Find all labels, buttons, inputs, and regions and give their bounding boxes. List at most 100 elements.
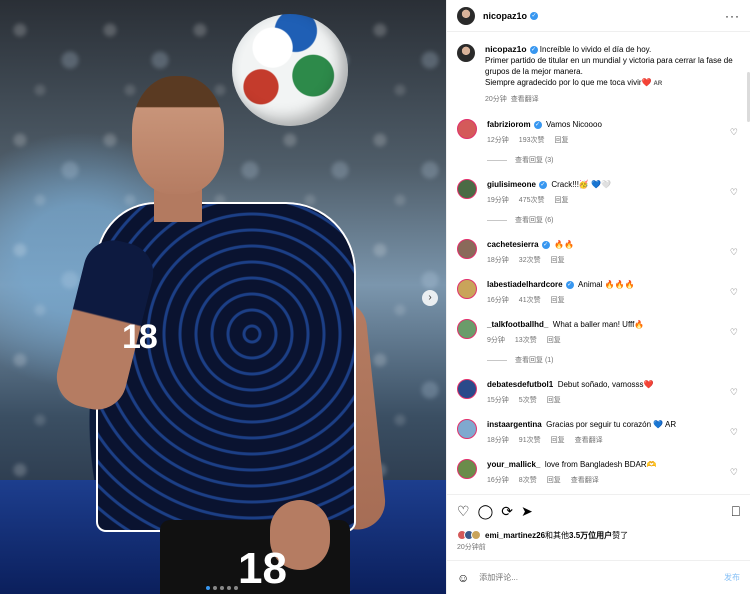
post-time: 20分钟前 (457, 544, 486, 551)
comment-time: 15分钟 (487, 397, 509, 404)
carousel-dot[interactable] (220, 586, 224, 590)
verified-icon: ✓ (533, 120, 542, 129)
comment-like-icon[interactable]: ♡ (730, 247, 738, 258)
comment-likes[interactable]: 41次赞 (519, 295, 541, 305)
post-caption: nicopaz1o ✓ Increíble lo vivido el día de… (457, 44, 740, 105)
comment-time: 16分钟 (487, 297, 509, 304)
reply-link[interactable]: 回复 (551, 255, 565, 265)
comment-like-icon[interactable]: ♡ (730, 387, 738, 398)
comment-username[interactable]: fabriziorom (487, 120, 531, 129)
reply-link[interactable]: 回复 (547, 335, 561, 345)
carousel-dot[interactable] (227, 586, 231, 590)
comment-likes[interactable]: 91次赞 (519, 435, 541, 445)
caption-text-2: Primer partido de titular en un mundial … (485, 56, 733, 76)
reply-link[interactable]: 回复 (551, 295, 565, 305)
header-username[interactable]: nicopaz1o (483, 11, 527, 21)
comment-username[interactable]: debatesdefutbol1 (487, 380, 553, 389)
comment-likes[interactable]: 32次赞 (519, 255, 541, 265)
reply-link[interactable]: 回复 (547, 475, 561, 485)
avatar[interactable] (457, 44, 475, 62)
view-replies[interactable]: 查看回复 (3) (487, 155, 740, 165)
avatar[interactable] (457, 319, 477, 339)
comment-time: 19分钟 (487, 197, 509, 204)
save-icon[interactable]: ⎕ (732, 503, 740, 520)
flag-tag: AR (653, 81, 663, 87)
view-replies[interactable]: 查看回复 (1) (487, 355, 740, 365)
comment-username[interactable]: cachetesierra (487, 240, 539, 249)
avatar[interactable] (457, 459, 477, 479)
comment-like-icon[interactable]: ♡ (730, 467, 738, 478)
likes-summary: emi_martinez26和其他3.5万位用户赞了 (447, 528, 750, 542)
share-icon[interactable]: ⟳ (501, 503, 513, 520)
comment-like-icon[interactable]: ♡ (730, 187, 738, 198)
next-arrow-icon[interactable]: › (422, 290, 438, 306)
view-replies-label[interactable]: 查看回复 (6) (515, 215, 554, 225)
comment-item: labestiadelhardcore ✓ Animal 🔥🔥🔥 16分钟 41次… (457, 279, 740, 305)
verified-icon: ✓ (541, 240, 550, 249)
comment-item: cachetesierra ✓ 🔥🔥 18分钟 32次赞 回复 ♡ (457, 239, 740, 265)
comment-like-icon[interactable]: ♡ (730, 287, 738, 298)
carousel-dot[interactable] (206, 586, 210, 590)
view-replies-label[interactable]: 查看回复 (1) (515, 355, 554, 365)
like-icon[interactable]: ♡ (457, 503, 470, 520)
shorts-number: 18 (238, 544, 287, 593)
comment-likes[interactable]: 193次赞 (519, 135, 545, 145)
comment-icon[interactable]: ◯ (478, 503, 494, 520)
comment-item: instaargentina Gracias por seguir tu cor… (457, 419, 740, 445)
comment-like-icon[interactable]: ♡ (730, 327, 738, 338)
view-replies-label[interactable]: 查看回复 (3) (515, 155, 554, 165)
avatar[interactable] (457, 379, 477, 399)
reply-link[interactable]: 回复 (547, 395, 561, 405)
avatar[interactable] (457, 6, 475, 25)
carousel-dot[interactable] (234, 586, 238, 590)
reply-link[interactable]: 回复 (554, 195, 568, 205)
player-image: 18 18 (50, 70, 390, 594)
avatar[interactable] (457, 419, 477, 439)
comment-time: 18分钟 (487, 257, 509, 264)
carousel-dot[interactable] (213, 586, 217, 590)
comments-list[interactable]: nicopaz1o ✓ Increíble lo vivido el día de… (447, 32, 750, 494)
avatar[interactable] (457, 179, 477, 199)
see-translation-link[interactable]: 查看翻译 (511, 96, 539, 103)
likes-count[interactable]: 3.5万位用户 (569, 531, 612, 540)
emoji-icon[interactable]: ☺ (457, 571, 469, 585)
reply-link[interactable]: 回复 (554, 135, 568, 145)
comment-likes[interactable]: 5次赞 (519, 395, 537, 405)
reply-link[interactable]: 回复 (551, 435, 565, 445)
comment-username[interactable]: instaargentina (487, 420, 542, 429)
caption-username[interactable]: nicopaz1o (485, 44, 527, 54)
comment-time: 16分钟 (487, 477, 509, 484)
comment-username[interactable]: _talkfootballhd_ (487, 320, 548, 329)
caption-text-3: Siempre agradecido por lo que me toca vi… (485, 78, 642, 87)
divider (487, 359, 507, 361)
comment-text: love from Bangladesh BDAR🫶 (544, 460, 657, 469)
liker-avatar[interactable] (471, 530, 481, 540)
post-button[interactable]: 发布 (724, 572, 740, 583)
post-viewer: 18 18 › nicopaz1o ✓ ··· nicopaz1o ✓ Incr… (0, 0, 750, 594)
comment-likes[interactable]: 13次赞 (515, 335, 537, 345)
post-media[interactable]: 18 18 › (0, 0, 446, 594)
see-translation-link[interactable]: 查看翻译 (571, 475, 599, 485)
comment-username[interactable]: your_mallick_ (487, 460, 540, 469)
comment-like-icon[interactable]: ♡ (730, 127, 738, 138)
comment-likes[interactable]: 475次赞 (519, 195, 545, 205)
comment-input[interactable]: 添加评论... (479, 572, 518, 583)
more-options-icon[interactable]: ··· (725, 9, 740, 23)
comment-like-icon[interactable]: ♡ (730, 427, 738, 438)
liker-name[interactable]: emi_martinez26 (485, 531, 545, 540)
carousel-dots (206, 586, 238, 590)
comment-item: _talkfootballhd_ What a baller man! Ufff… (457, 319, 740, 365)
comments-container: fabriziorom ✓ Vamos Nicoooo 12分钟 193次赞 回复… (457, 119, 740, 485)
avatar[interactable] (457, 239, 477, 259)
comment-username[interactable]: giulisimeone (487, 180, 536, 189)
see-translation-link[interactable]: 查看翻译 (575, 435, 603, 445)
comment-text: Gracias por seguir tu corazón 💙 AR (546, 420, 677, 429)
view-replies[interactable]: 查看回复 (6) (487, 215, 740, 225)
send-icon[interactable]: ➤ (521, 503, 533, 520)
comment-username[interactable]: labestiadelhardcore (487, 280, 563, 289)
avatar[interactable] (457, 279, 477, 299)
comment-time: 18分钟 (487, 437, 509, 444)
comment-likes[interactable]: 8次赞 (519, 475, 537, 485)
likes-post: 赞了 (612, 530, 629, 540)
avatar[interactable] (457, 119, 477, 139)
